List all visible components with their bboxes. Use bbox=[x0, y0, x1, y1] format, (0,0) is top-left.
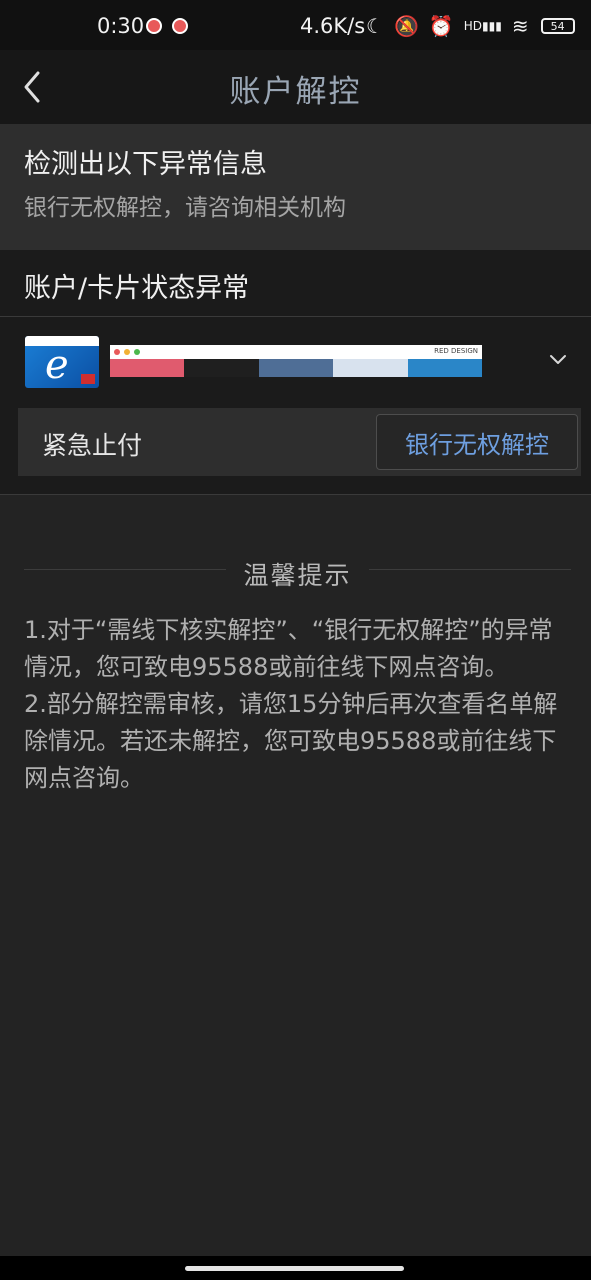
abnormal-notice: 检测出以下异常信息 银行无权解控，请咨询相关机构 bbox=[0, 124, 591, 250]
home-indicator[interactable] bbox=[185, 1266, 404, 1271]
palette-label: RED DESIGN bbox=[434, 347, 478, 355]
emergency-stop-row: 紧急止付 银行无权解控 bbox=[18, 408, 581, 476]
bank-no-right-button[interactable]: 银行无权解控 bbox=[376, 414, 578, 470]
section-title: 账户/卡片状态异常 bbox=[24, 273, 250, 304]
status-time: 0:30 bbox=[97, 14, 145, 38]
palette-swatch bbox=[184, 359, 259, 377]
tips-section: 温馨提示 1.对于“需线下核实解控”、“银行无权解控”的异常情况，您可致电955… bbox=[24, 556, 571, 797]
emergency-stop-label: 紧急止付 bbox=[42, 431, 143, 460]
notification-icon bbox=[172, 18, 188, 34]
status-net-speed: 4.6K/s bbox=[300, 14, 366, 38]
card-number-masked: RED DESIGN bbox=[110, 345, 482, 377]
home-indicator-bar bbox=[0, 1256, 591, 1280]
palette-swatch bbox=[407, 359, 482, 377]
tips-title: 温馨提示 bbox=[243, 561, 352, 590]
palette-swatch bbox=[333, 359, 408, 377]
alarm-icon: ⏰ bbox=[428, 14, 454, 38]
nav-bar: 账户解控 bbox=[0, 50, 591, 124]
bank-card-image: e bbox=[25, 336, 99, 388]
tips-line-1: 1.对于“需线下核实解控”、“银行无权解控”的异常情况，您可致电95588或前往… bbox=[24, 616, 553, 681]
card-item[interactable]: e RED DESIGN bbox=[0, 317, 591, 407]
tips-line-right bbox=[369, 569, 571, 570]
palette-dot bbox=[114, 349, 120, 355]
abnormal-section: 账户/卡片状态异常 e RED DESIGN 紧急止付 银行无权解控 bbox=[0, 250, 591, 494]
tips-line-2: 2.部分解控需审核，请您15分钟后再次查看名单解除情况。若还未解控，您可致电95… bbox=[24, 690, 558, 792]
battery-level: 54 bbox=[550, 19, 565, 33]
tips-header: 温馨提示 bbox=[24, 556, 571, 590]
notice-subtitle: 银行无权解控，请咨询相关机构 bbox=[24, 195, 346, 221]
battery-icon: 54 bbox=[540, 18, 575, 34]
palette-dot bbox=[124, 349, 130, 355]
palette-header bbox=[110, 345, 482, 359]
notification-icon bbox=[146, 18, 162, 34]
bank-logo-icon: e bbox=[45, 342, 69, 388]
palette-swatch bbox=[110, 359, 185, 377]
moon-icon: ☾ bbox=[366, 14, 384, 38]
notice-title: 检测出以下异常信息 bbox=[24, 149, 267, 180]
mute-icon: 🔕 bbox=[393, 14, 419, 38]
signal-icon: HD▮▮▮ bbox=[463, 19, 502, 33]
page-title: 账户解控 bbox=[229, 74, 362, 110]
palette-dot bbox=[134, 349, 140, 355]
unionpay-icon bbox=[81, 374, 95, 384]
status-bar: 0:30 4.6K/s ☾ 🔕 ⏰ HD▮▮▮ ≋ 54 bbox=[0, 0, 591, 50]
wifi-icon: ≋ bbox=[511, 14, 529, 38]
status-right-icons: ☾ 🔕 ⏰ HD▮▮▮ ≋ 54 bbox=[366, 16, 575, 36]
status-notification-icons bbox=[146, 18, 188, 34]
palette-swatch bbox=[258, 359, 334, 377]
network-type: HD bbox=[463, 19, 483, 33]
chevron-down-icon[interactable] bbox=[549, 353, 567, 365]
divider bbox=[0, 494, 591, 495]
